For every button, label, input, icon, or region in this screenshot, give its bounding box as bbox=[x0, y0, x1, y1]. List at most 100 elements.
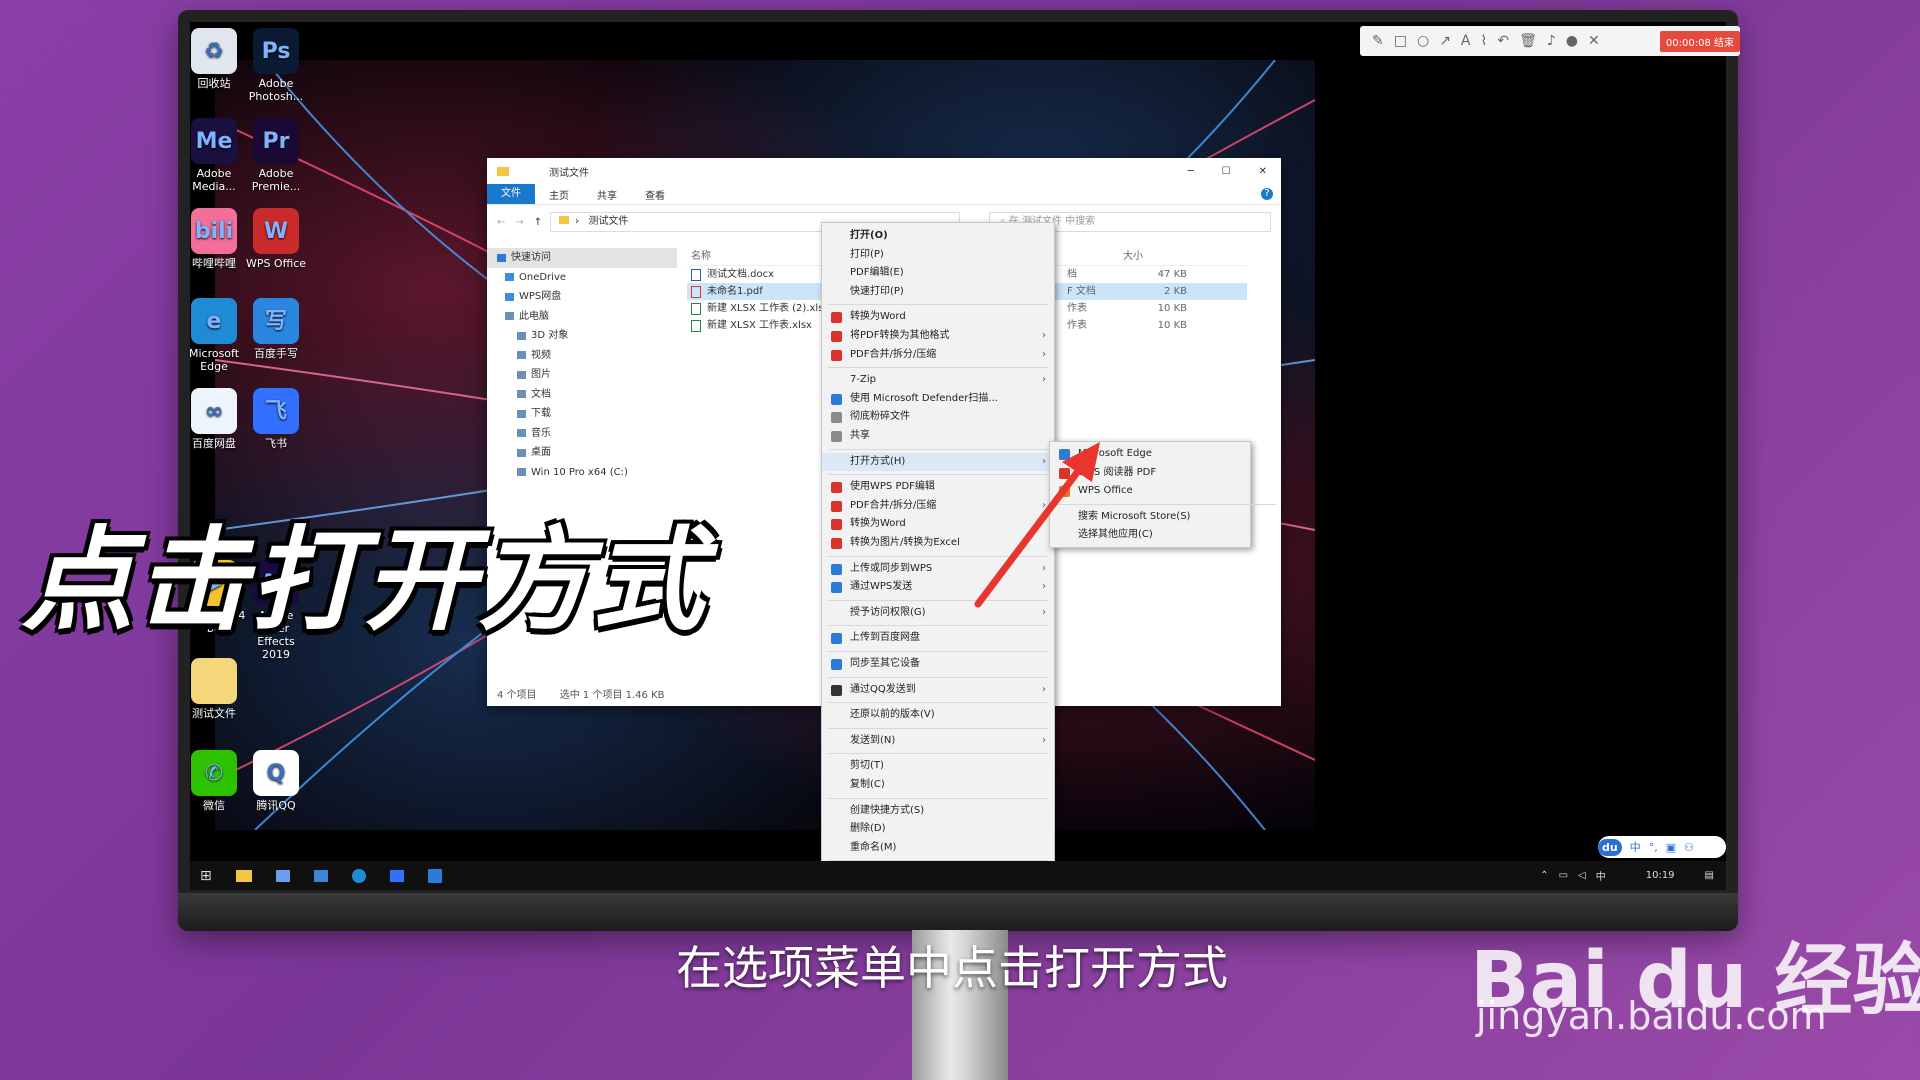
context_menu-item-17[interactable]: PDF合并/拆分/压缩 › bbox=[822, 497, 1054, 515]
desktop-icon-baidu-handwriting[interactable]: 写百度手写 bbox=[244, 298, 308, 360]
input-language[interactable]: 中 bbox=[1596, 868, 1606, 883]
context_menu-item-3[interactable]: 快速打印(P) bbox=[822, 283, 1054, 301]
desktop-icon-qq[interactable]: Q 腾讯QQ bbox=[244, 750, 308, 812]
mail-task-icon[interactable] bbox=[313, 869, 328, 882]
store-task-icon[interactable] bbox=[275, 869, 290, 882]
nav-item-5[interactable]: 视频 bbox=[487, 346, 677, 366]
nav-item-4[interactable]: 3D 对象 bbox=[487, 326, 677, 346]
close-button[interactable]: ✕ bbox=[1245, 166, 1281, 177]
context_menu-item-7[interactable]: PDF合并/拆分/压缩 › bbox=[822, 346, 1054, 364]
tray-chevron-icon[interactable]: ⌃ bbox=[1540, 870, 1548, 881]
context_menu-item-34[interactable]: 发送到(N) › bbox=[822, 732, 1054, 750]
context_menu-item-30[interactable]: 通过QQ发送到 › bbox=[822, 681, 1054, 699]
context_menu-item-12[interactable]: 共享 bbox=[822, 427, 1054, 445]
context_menu-item-5[interactable]: 转换为Word bbox=[822, 308, 1054, 326]
nav-item-6[interactable]: 图片 bbox=[487, 365, 677, 385]
start-icon[interactable]: ⊞ bbox=[200, 868, 212, 884]
nav-item-11[interactable]: Win 10 Pro x64 (C:) bbox=[487, 463, 677, 483]
column-size[interactable]: 大小 bbox=[1111, 248, 1143, 265]
submenu-item-0[interactable]: Microsoft Edge bbox=[1050, 445, 1250, 463]
ime-punct-icon[interactable]: °, bbox=[1649, 841, 1658, 854]
clock[interactable]: 10:19 bbox=[1646, 870, 1675, 881]
nav-item-7[interactable]: 文档 bbox=[487, 385, 677, 405]
network-icon[interactable]: ▭ bbox=[1559, 870, 1568, 881]
context_menu-item-39[interactable]: 创建快捷方式(S) bbox=[822, 802, 1054, 820]
nav-item-10[interactable]: 桌面 bbox=[487, 443, 677, 463]
desktop-icon-recycle-bin[interactable]: ♻ 回收站 bbox=[182, 28, 246, 90]
context_menu-item-10[interactable]: 使用 Microsoft Defender扫描... bbox=[822, 390, 1054, 408]
baidu-ime-icon[interactable]: du bbox=[1598, 838, 1622, 856]
context_menu-item-37[interactable]: 复制(C) bbox=[822, 776, 1054, 794]
record-timer[interactable]: 00:00:08 结束 bbox=[1659, 30, 1740, 52]
nav-item-2[interactable]: WPS网盘 bbox=[487, 287, 677, 307]
desktop-icon-baidu-netdisk[interactable]: ∞ 百度网盘 bbox=[182, 388, 246, 450]
tab-file[interactable]: 文件 bbox=[487, 184, 535, 204]
edge-task-icon[interactable] bbox=[351, 868, 366, 883]
context_menu-item-14[interactable]: 打开方式(H) › bbox=[822, 452, 1054, 471]
context_menu-item-9[interactable]: 7-Zip › bbox=[822, 371, 1054, 389]
desktop-icon-bilibili[interactable]: bili 哔哩哔哩 bbox=[182, 208, 246, 270]
ime-toolbox-icon[interactable]: ▣ bbox=[1666, 841, 1676, 854]
app-task-icon[interactable] bbox=[427, 868, 442, 883]
context_menu-item-19[interactable]: 转换为图片/转换为Excel bbox=[822, 534, 1054, 552]
nav-item-3[interactable]: 此电脑 bbox=[487, 307, 677, 327]
context_menu-item-32[interactable]: 还原以前的版本(V) bbox=[822, 706, 1054, 724]
context_menu-item-28[interactable]: 同步至其它设备 bbox=[822, 655, 1054, 673]
context_menu-item-24[interactable]: 授予访问权限(G) › bbox=[822, 604, 1054, 622]
tab-share[interactable]: 共享 bbox=[583, 187, 631, 202]
context_menu-item-1[interactable]: 打印(P) bbox=[822, 246, 1054, 264]
context_menu-item-16[interactable]: 使用WPS PDF编辑 bbox=[822, 478, 1054, 496]
ime-lang[interactable]: 中 bbox=[1630, 839, 1641, 855]
trash-icon[interactable]: 🗑 bbox=[1519, 33, 1537, 49]
desktop-icon-edge[interactable]: e Microsoft Edge bbox=[182, 298, 246, 373]
nav-item-8[interactable]: 下载 bbox=[487, 404, 677, 424]
desktop-icon-premiere[interactable]: Pr Adobe Premie... bbox=[244, 118, 308, 193]
minimize-button[interactable]: ─ bbox=[1174, 166, 1208, 177]
text-icon[interactable]: A bbox=[1461, 33, 1471, 49]
submenu-item-4[interactable]: 搜索 Microsoft Store(S) bbox=[1050, 508, 1250, 526]
context_menu-item-40[interactable]: 删除(D) bbox=[822, 820, 1054, 838]
circle-icon[interactable]: ○ bbox=[1417, 33, 1429, 49]
speaker-icon[interactable]: ♪ bbox=[1547, 33, 1556, 49]
desktop-icon-wechat[interactable]: ✆ 微信 bbox=[182, 750, 246, 812]
help-icon[interactable]: ? bbox=[1261, 188, 1273, 200]
context_menu-item-41[interactable]: 重命名(M) bbox=[822, 839, 1054, 857]
context_menu-item-6[interactable]: 将PDF转换为其他格式 › bbox=[822, 327, 1054, 345]
explorer-task-icon[interactable] bbox=[235, 869, 252, 882]
context_menu-item-22[interactable]: 通过WPS发送 › bbox=[822, 578, 1054, 596]
undo-icon[interactable]: ↶ bbox=[1497, 33, 1509, 49]
context_menu-item-11[interactable]: 彻底粉碎文件 bbox=[822, 408, 1054, 426]
context_menu-item-2[interactable]: PDF编辑(E) bbox=[822, 264, 1054, 282]
context_menu-item-21[interactable]: 上传或同步到WPS › bbox=[822, 560, 1054, 578]
context_menu-item-0[interactable]: 打开(O) bbox=[822, 227, 1054, 245]
tab-view[interactable]: 查看 bbox=[631, 187, 679, 202]
submenu-item-5[interactable]: 选择其他应用(C) bbox=[1050, 526, 1250, 544]
desktop-icon-photoshop[interactable]: Ps Adobe Photosh... bbox=[244, 28, 308, 103]
nav-item-9[interactable]: 音乐 bbox=[487, 424, 677, 444]
desktop-icon-folder[interactable]: 测试文件 bbox=[182, 658, 246, 720]
context_menu-item-36[interactable]: 剪切(T) bbox=[822, 757, 1054, 775]
arrow-icon[interactable]: ↗ bbox=[1439, 33, 1451, 49]
highlighter-icon[interactable]: ⌇ bbox=[1481, 33, 1488, 49]
up-icon[interactable]: ↑ bbox=[534, 217, 542, 228]
submenu-item-1[interactable]: WPS 阅读器 PDF bbox=[1050, 464, 1250, 482]
rectangle-icon[interactable]: □ bbox=[1394, 33, 1407, 49]
desktop-icon-feishu[interactable]: 飞飞书 bbox=[244, 388, 308, 450]
nav-item-0[interactable]: 快速访问 bbox=[487, 248, 677, 268]
desktop-icon-media-encoder[interactable]: Me Adobe Media... bbox=[182, 118, 246, 193]
tab-home[interactable]: 主页 bbox=[535, 187, 583, 202]
pen-icon[interactable]: ✎ bbox=[1372, 33, 1384, 49]
maximize-button[interactable]: ☐ bbox=[1208, 166, 1245, 177]
close-icon[interactable]: ✕ bbox=[1588, 33, 1600, 49]
feishu-task-icon[interactable] bbox=[389, 869, 404, 882]
desktop-icon-wps[interactable]: W WPS Office bbox=[244, 208, 308, 270]
back-icon[interactable]: ← bbox=[497, 217, 505, 228]
volume-icon[interactable]: ◁ bbox=[1578, 870, 1586, 881]
forward-icon[interactable]: → bbox=[515, 217, 523, 228]
nav-item-1[interactable]: OneDrive bbox=[487, 268, 677, 288]
ime-user-icon[interactable]: ⚇ bbox=[1684, 841, 1694, 854]
notification-icon[interactable]: ▤ bbox=[1705, 870, 1714, 881]
context_menu-item-18[interactable]: 转换为Word bbox=[822, 515, 1054, 533]
context_menu-item-26[interactable]: 上传到百度网盘 bbox=[822, 629, 1054, 647]
mic-icon[interactable]: ● bbox=[1566, 33, 1578, 49]
